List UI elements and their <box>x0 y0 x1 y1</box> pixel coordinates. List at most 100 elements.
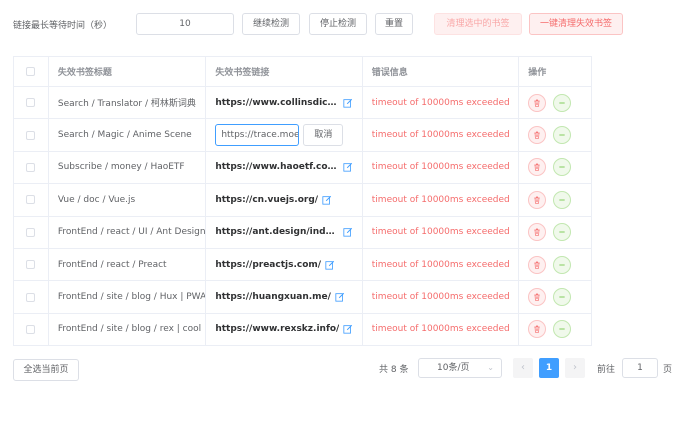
table-row: Search / Translator / 柯林斯词典 https://www.… <box>14 87 591 120</box>
bookmark-link: https://ant.design/index-cn <box>215 227 340 238</box>
delete-button[interactable] <box>528 158 547 177</box>
minus-icon <box>558 196 566 204</box>
row-checkbox[interactable] <box>26 292 36 302</box>
bookmark-title: Search / Translator / 柯林斯词典 <box>57 99 196 110</box>
delete-button[interactable] <box>528 320 547 339</box>
header-actions: 操作 <box>528 68 547 78</box>
minus-icon <box>558 325 566 333</box>
bookmark-link: https://www.rexskz.info/ <box>215 324 340 335</box>
error-message: timeout of 10000ms exceeded <box>371 259 510 270</box>
table-row: Search / Magic / Anime Scene https://tra… <box>14 119 591 152</box>
delete-icon <box>533 228 541 236</box>
edit-icon[interactable] <box>343 98 353 108</box>
delete-icon <box>533 196 541 204</box>
delete-button[interactable] <box>528 255 547 274</box>
error-message: timeout of 10000ms exceeded <box>371 194 510 205</box>
error-message: timeout of 10000ms exceeded <box>371 292 510 303</box>
minus-icon <box>558 228 566 236</box>
delete-button[interactable] <box>528 288 547 307</box>
link-edit-cell: https://trace.moe. 取消 <box>206 119 363 151</box>
row-checkbox[interactable] <box>26 130 36 140</box>
continue-check-button[interactable]: 继续检测 <box>242 13 300 35</box>
bookmark-title: FrontEnd / site / blog / rex | cool <box>57 324 202 335</box>
clean-all-invalid-button[interactable]: 一键清理失效书签 <box>529 13 623 35</box>
error-message: timeout of 10000ms exceeded <box>371 324 510 335</box>
error-message: timeout of 10000ms exceeded <box>371 97 510 108</box>
page-size-value: 10条/页 <box>437 363 470 373</box>
bookmark-title: FrontEnd / react / Preact <box>57 259 167 270</box>
timeout-input[interactable]: 10 <box>136 13 234 35</box>
ignore-button[interactable] <box>553 288 572 307</box>
cancel-edit-button[interactable]: 取消 <box>303 124 344 147</box>
ignore-button[interactable] <box>553 190 572 209</box>
link-edit-input[interactable]: https://trace.moe. <box>215 124 300 147</box>
chevron-right-icon: › <box>573 362 577 373</box>
table-row: FrontEnd / react / UI / Ant Design https… <box>14 216 591 249</box>
delete-icon <box>533 99 541 107</box>
table-row: FrontEnd / react / Preact https://preact… <box>14 248 591 282</box>
ignore-button[interactable] <box>553 158 572 177</box>
edit-icon[interactable] <box>343 162 353 173</box>
clean-selected-button[interactable]: 清理选中的书签 <box>434 13 522 35</box>
link-cell: https://cn.vuejs.org/ <box>206 184 363 216</box>
select-current-page-button[interactable]: 全选当前页 <box>13 359 79 381</box>
edit-icon[interactable] <box>322 195 332 205</box>
row-checkbox[interactable] <box>26 162 36 172</box>
bookmark-title: Subscribe / money / HaoETF <box>57 162 185 173</box>
row-checkbox[interactable] <box>26 324 36 334</box>
error-message: timeout of 10000ms exceeded <box>371 162 510 173</box>
ignore-button[interactable] <box>553 93 572 112</box>
timeout-label: 链接最长等待时间（秒） <box>13 21 113 31</box>
edit-icon[interactable] <box>325 260 335 270</box>
toolbar: 链接最长等待时间（秒） 10 继续检测 停止检测 重置 清理选中的书签 一键清理… <box>13 13 667 35</box>
page-size-select[interactable]: 10条/页 ⌄ <box>418 358 502 378</box>
table-row: FrontEnd / site / blog / rex | cool http… <box>14 313 591 347</box>
header-title: 失效书签标题 <box>49 57 207 86</box>
delete-button[interactable] <box>528 223 547 242</box>
row-checkbox[interactable] <box>26 195 36 205</box>
delete-icon <box>533 325 541 334</box>
link-cell: https://preactjs.com/ <box>206 248 363 281</box>
delete-button[interactable] <box>528 190 547 209</box>
bookmark-title: Search / Magic / Anime Scene <box>57 130 192 141</box>
bookmark-link: https://www.collinsdictionary.com/ <box>215 97 340 108</box>
edit-icon[interactable] <box>343 227 353 237</box>
ignore-button[interactable] <box>553 126 572 145</box>
link-cell: https://ant.design/index-cn <box>206 216 363 248</box>
ignore-button[interactable] <box>553 223 572 242</box>
ignore-button[interactable] <box>553 255 572 274</box>
bookmark-title: Vue / doc / Vue.js <box>57 194 136 205</box>
ignore-button[interactable] <box>553 320 572 339</box>
edit-icon[interactable] <box>335 292 345 302</box>
delete-icon <box>533 293 541 301</box>
chevron-left-icon: ‹ <box>521 362 525 373</box>
link-cell: https://huangxuan.me/ <box>206 281 363 313</box>
minus-icon <box>558 261 566 269</box>
link-cell: https://www.haoetf.com/ <box>206 151 363 184</box>
edit-icon[interactable] <box>343 324 353 335</box>
select-all-checkbox[interactable] <box>26 67 36 76</box>
bookmark-title: FrontEnd / site / blog / Hux | PWA <box>57 292 207 303</box>
prev-page-button[interactable]: ‹ <box>513 358 533 378</box>
delete-icon <box>533 163 541 172</box>
table-row: Subscribe / money / HaoETF https://www.h… <box>14 151 591 185</box>
reset-button[interactable]: 重置 <box>375 13 413 35</box>
next-page-button[interactable]: › <box>565 358 585 378</box>
delete-button[interactable] <box>528 126 547 145</box>
row-checkbox[interactable] <box>26 98 36 108</box>
table-header: 失效书签标题 失效书签链接 错误信息 操作 <box>14 57 591 87</box>
minus-icon <box>558 163 566 171</box>
row-checkbox[interactable] <box>26 260 36 270</box>
stop-check-button[interactable]: 停止检测 <box>309 13 367 35</box>
delete-button[interactable] <box>528 93 547 112</box>
table-row: FrontEnd / site / blog / Hux | PWA https… <box>14 281 591 314</box>
row-checkbox[interactable] <box>26 227 36 237</box>
delete-icon <box>533 131 541 139</box>
page-1-button[interactable]: 1 <box>539 358 559 378</box>
bookmark-link: https://cn.vuejs.org/ <box>215 194 319 205</box>
goto-page-input[interactable]: 1 <box>622 358 658 378</box>
link-cell: https://www.collinsdictionary.com/ <box>206 87 363 119</box>
bookmark-link: https://preactjs.com/ <box>215 259 322 270</box>
minus-icon <box>558 131 566 139</box>
total-count: 共 8 条 <box>379 365 409 375</box>
